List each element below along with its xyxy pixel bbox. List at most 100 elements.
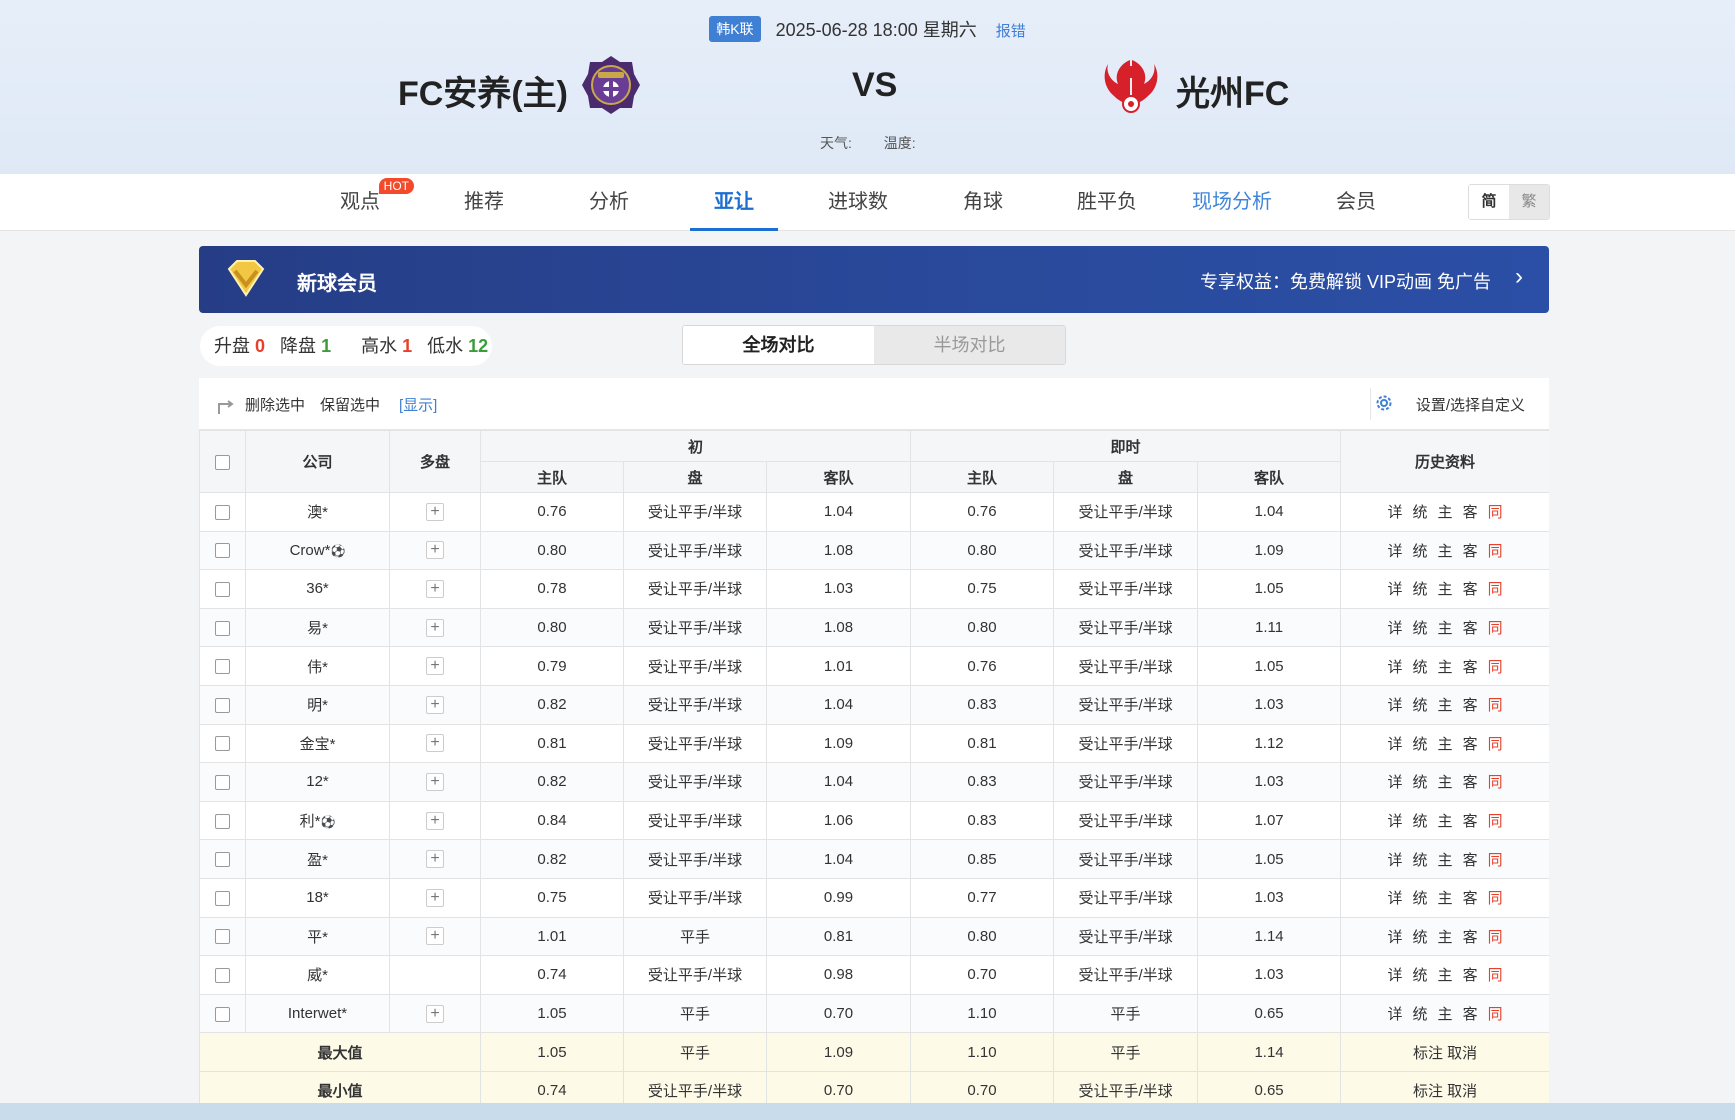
history-stats-link[interactable]: 统 bbox=[1413, 774, 1428, 791]
history-detail-link[interactable]: 详 bbox=[1388, 697, 1403, 714]
expand-plus-icon[interactable]: + bbox=[426, 772, 444, 791]
history-away-link[interactable]: 客 bbox=[1463, 929, 1478, 946]
history-stats-link[interactable]: 统 bbox=[1413, 659, 1428, 676]
company-name[interactable]: 易* bbox=[307, 620, 328, 637]
half-match-tab[interactable]: 半场对比 bbox=[874, 326, 1065, 364]
company-name[interactable]: 利* bbox=[300, 813, 321, 830]
history-home-link[interactable]: 主 bbox=[1438, 929, 1453, 946]
history-same-link[interactable]: 同 bbox=[1488, 929, 1503, 946]
history-away-link[interactable]: 客 bbox=[1463, 504, 1478, 521]
history-stats-link[interactable]: 统 bbox=[1413, 581, 1428, 598]
history-same-link[interactable]: 同 bbox=[1488, 774, 1503, 791]
row-checkbox[interactable] bbox=[215, 967, 230, 983]
settings-custom-button[interactable]: 设置/选择自定义 bbox=[1416, 394, 1525, 415]
company-name[interactable]: 金宝* bbox=[300, 736, 336, 753]
row-checkbox[interactable] bbox=[215, 697, 230, 713]
history-away-link[interactable]: 客 bbox=[1463, 1006, 1478, 1023]
history-home-link[interactable]: 主 bbox=[1438, 697, 1453, 714]
company-name[interactable]: 平* bbox=[307, 929, 328, 946]
history-detail-link[interactable]: 详 bbox=[1388, 620, 1403, 637]
history-away-link[interactable]: 客 bbox=[1463, 967, 1478, 984]
nav-item-corners[interactable]: 角球 bbox=[939, 174, 1027, 231]
expand-plus-icon[interactable]: + bbox=[426, 618, 444, 637]
expand-plus-icon[interactable]: + bbox=[426, 580, 444, 598]
nav-item-viewpoint[interactable]: 观点 HOT bbox=[316, 174, 414, 231]
report-error-link[interactable]: 报错 bbox=[996, 23, 1026, 40]
history-detail-link[interactable]: 详 bbox=[1388, 929, 1403, 946]
history-detail-link[interactable]: 详 bbox=[1388, 852, 1403, 869]
full-match-tab[interactable]: 全场对比 bbox=[683, 326, 874, 364]
history-home-link[interactable]: 主 bbox=[1438, 890, 1453, 907]
company-name[interactable]: 澳* bbox=[307, 504, 328, 521]
expand-plus-icon[interactable]: + bbox=[426, 695, 444, 714]
away-team-name[interactable]: 光州FC bbox=[1176, 66, 1289, 115]
expand-plus-icon[interactable]: + bbox=[426, 888, 444, 907]
history-detail-link[interactable]: 详 bbox=[1388, 736, 1403, 753]
history-same-link[interactable]: 同 bbox=[1488, 620, 1503, 637]
league-badge[interactable]: 韩K联 bbox=[709, 16, 761, 42]
history-same-link[interactable]: 同 bbox=[1488, 504, 1503, 521]
history-stats-link[interactable]: 统 bbox=[1413, 929, 1428, 946]
history-away-link[interactable]: 客 bbox=[1463, 620, 1478, 637]
history-away-link[interactable]: 客 bbox=[1463, 581, 1478, 598]
history-home-link[interactable]: 主 bbox=[1438, 581, 1453, 598]
history-same-link[interactable]: 同 bbox=[1488, 852, 1503, 869]
expand-plus-icon[interactable]: + bbox=[426, 850, 444, 869]
history-away-link[interactable]: 客 bbox=[1463, 852, 1478, 869]
history-stats-link[interactable]: 统 bbox=[1413, 504, 1428, 521]
history-same-link[interactable]: 同 bbox=[1488, 697, 1503, 714]
row-checkbox[interactable] bbox=[215, 543, 230, 559]
company-name[interactable]: 明* bbox=[307, 697, 328, 714]
history-away-link[interactable]: 客 bbox=[1463, 736, 1478, 753]
company-name[interactable]: 威* bbox=[307, 967, 328, 984]
nav-item-live-analysis[interactable]: 现场分析 bbox=[1188, 174, 1276, 231]
history-stats-link[interactable]: 统 bbox=[1413, 967, 1428, 984]
history-detail-link[interactable]: 详 bbox=[1388, 581, 1403, 598]
history-stats-link[interactable]: 统 bbox=[1413, 1006, 1428, 1023]
history-away-link[interactable]: 客 bbox=[1463, 774, 1478, 791]
lang-simplified-button[interactable]: 简 bbox=[1469, 185, 1509, 219]
nav-item-membership[interactable]: 会员 bbox=[1312, 174, 1400, 231]
history-stats-link[interactable]: 统 bbox=[1413, 890, 1428, 907]
vip-banner[interactable]: 新球会员 专享权益：免费解锁 VIP动画 免广告 › bbox=[199, 246, 1549, 313]
history-home-link[interactable]: 主 bbox=[1438, 852, 1453, 869]
history-home-link[interactable]: 主 bbox=[1438, 774, 1453, 791]
history-same-link[interactable]: 同 bbox=[1488, 659, 1503, 676]
history-away-link[interactable]: 客 bbox=[1463, 543, 1478, 560]
select-all-checkbox[interactable] bbox=[215, 454, 230, 470]
expand-plus-icon[interactable]: + bbox=[426, 811, 444, 830]
history-same-link[interactable]: 同 bbox=[1488, 813, 1503, 830]
history-home-link[interactable]: 主 bbox=[1438, 813, 1453, 830]
history-same-link[interactable]: 同 bbox=[1488, 1006, 1503, 1023]
row-checkbox[interactable] bbox=[215, 852, 230, 868]
row-checkbox[interactable] bbox=[215, 736, 230, 752]
history-away-link[interactable]: 客 bbox=[1463, 697, 1478, 714]
history-same-link[interactable]: 同 bbox=[1488, 736, 1503, 753]
history-away-link[interactable]: 客 bbox=[1463, 813, 1478, 830]
row-checkbox[interactable] bbox=[215, 890, 230, 906]
company-name[interactable]: Interwet* bbox=[288, 1005, 347, 1022]
history-detail-link[interactable]: 详 bbox=[1388, 813, 1403, 830]
nav-item-recommend[interactable]: 推荐 bbox=[440, 174, 528, 231]
stats-actions[interactable]: 标注 取消 bbox=[1340, 1070, 1549, 1103]
company-name[interactable]: 18* bbox=[306, 889, 329, 906]
history-detail-link[interactable]: 详 bbox=[1388, 890, 1403, 907]
history-stats-link[interactable]: 统 bbox=[1413, 813, 1428, 830]
history-detail-link[interactable]: 详 bbox=[1388, 543, 1403, 560]
history-away-link[interactable]: 客 bbox=[1463, 659, 1478, 676]
history-stats-link[interactable]: 统 bbox=[1413, 620, 1428, 637]
row-checkbox[interactable] bbox=[215, 774, 230, 790]
row-checkbox[interactable] bbox=[215, 620, 230, 636]
history-away-link[interactable]: 客 bbox=[1463, 890, 1478, 907]
history-stats-link[interactable]: 统 bbox=[1413, 543, 1428, 560]
expand-plus-icon[interactable]: + bbox=[426, 1004, 444, 1023]
delete-selected-button[interactable]: 删除选中 bbox=[245, 394, 305, 415]
history-detail-link[interactable]: 详 bbox=[1388, 774, 1403, 791]
row-checkbox[interactable] bbox=[215, 504, 230, 520]
nav-item-analysis[interactable]: 分析 bbox=[565, 174, 653, 231]
history-home-link[interactable]: 主 bbox=[1438, 659, 1453, 676]
history-home-link[interactable]: 主 bbox=[1438, 543, 1453, 560]
history-detail-link[interactable]: 详 bbox=[1388, 967, 1403, 984]
expand-plus-icon[interactable]: + bbox=[426, 657, 444, 676]
history-stats-link[interactable]: 统 bbox=[1413, 736, 1428, 753]
